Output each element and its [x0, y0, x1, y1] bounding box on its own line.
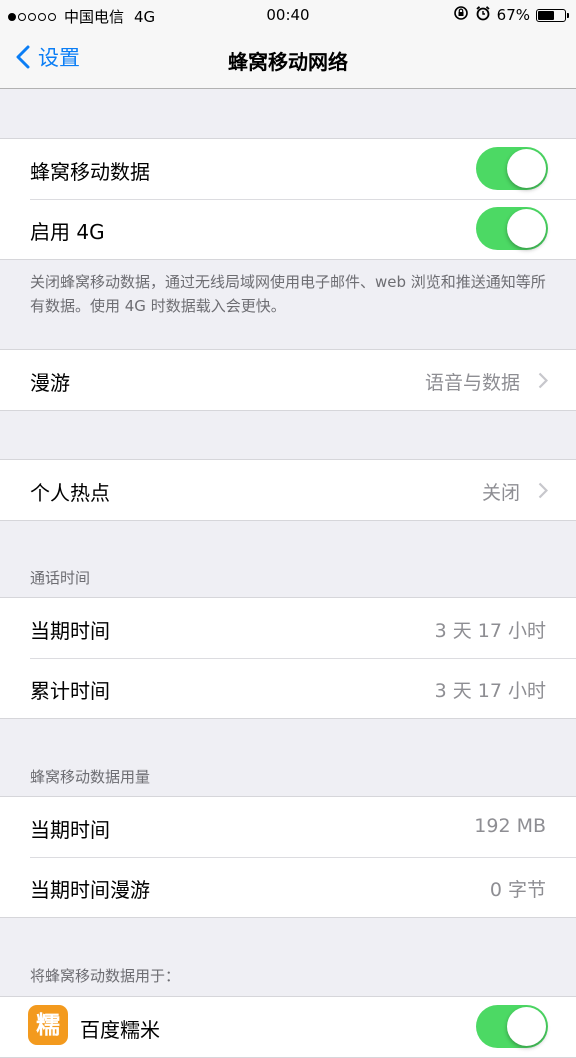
call-time-header: 通话时间 [30, 569, 91, 587]
current-period-data-row: 当期时间 192 MB [0, 797, 576, 857]
current-period-call-value: 3 天 17 小时 [434, 620, 546, 642]
current-period-roaming-label: 当期时间漫游 [30, 878, 150, 902]
toggle-knob [507, 1007, 546, 1046]
rotation-lock-icon [453, 5, 469, 25]
app-row: 糯 百度糯米 [0, 997, 576, 1057]
current-period-roaming-row: 当期时间漫游 0 字节 [0, 857, 576, 917]
cellular-data-label: 蜂窝移动数据 [30, 160, 150, 184]
apps-group: 糯 百度糯米 [0, 996, 576, 1058]
hotspot-group: 个人热点 关闭 [0, 459, 576, 521]
hotspot-value: 关闭 [481, 482, 520, 504]
enable-4g-toggle[interactable] [476, 207, 548, 250]
data-usage-header: 蜂窝移动数据用量 [30, 768, 151, 786]
page-title: 蜂窝移动网络 [228, 50, 348, 74]
cellular-data-row: 蜂窝移动数据 [0, 139, 576, 199]
hotspot-label: 个人热点 [30, 481, 110, 505]
roaming-value: 语音与数据 [424, 372, 520, 394]
enable-4g-row: 启用 4G [0, 199, 576, 259]
current-period-roaming-value: 0 字节 [489, 879, 546, 901]
app-cellular-toggle[interactable] [476, 1005, 548, 1048]
battery-percent: 67% [496, 6, 530, 24]
alarm-icon [475, 5, 491, 25]
lifetime-call-row: 累计时间 3 天 17 小时 [0, 658, 576, 718]
roaming-label: 漫游 [30, 371, 70, 395]
data-usage-group: 当期时间 192 MB 当期时间漫游 0 字节 [0, 796, 576, 918]
enable-4g-label: 启用 4G [30, 220, 105, 244]
cellular-footer-text: 关闭蜂窝移动数据，通过无线局域网使用电子邮件、web 浏览和推送通知等所有数据。… [30, 273, 546, 315]
app-icon: 糯 [28, 1005, 68, 1045]
current-period-call-row: 当期时间 3 天 17 小时 [0, 598, 576, 658]
navigation-bar: 设置 蜂窝移动网络 [0, 30, 576, 89]
cellular-data-toggle[interactable] [476, 147, 548, 190]
chevron-right-icon [538, 482, 548, 499]
cellular-group: 蜂窝移动数据 启用 4G [0, 138, 576, 260]
call-time-group: 当期时间 3 天 17 小时 累计时间 3 天 17 小时 [0, 597, 576, 719]
current-period-call-label: 当期时间 [30, 619, 110, 643]
app-label: 百度糯米 [80, 1018, 160, 1042]
roaming-group: 漫游 语音与数据 [0, 349, 576, 411]
status-bar: 中国电信 4G 00:40 67% [0, 0, 576, 30]
toggle-knob [507, 149, 546, 188]
current-period-data-label: 当期时间 [30, 818, 110, 842]
hotspot-row[interactable]: 个人热点 关闭 [0, 460, 576, 520]
roaming-row[interactable]: 漫游 语音与数据 [0, 350, 576, 410]
lifetime-call-value: 3 天 17 小时 [434, 680, 546, 702]
battery-fill [538, 10, 555, 20]
toggle-knob [507, 209, 546, 248]
current-period-data-value: 192 MB [474, 815, 546, 837]
chevron-right-icon [538, 372, 548, 389]
lifetime-call-label: 累计时间 [30, 679, 110, 703]
status-bar-right: 67% [447, 5, 569, 25]
apps-header: 将蜂窝移动数据用于： [30, 967, 181, 985]
battery-icon [536, 8, 569, 22]
